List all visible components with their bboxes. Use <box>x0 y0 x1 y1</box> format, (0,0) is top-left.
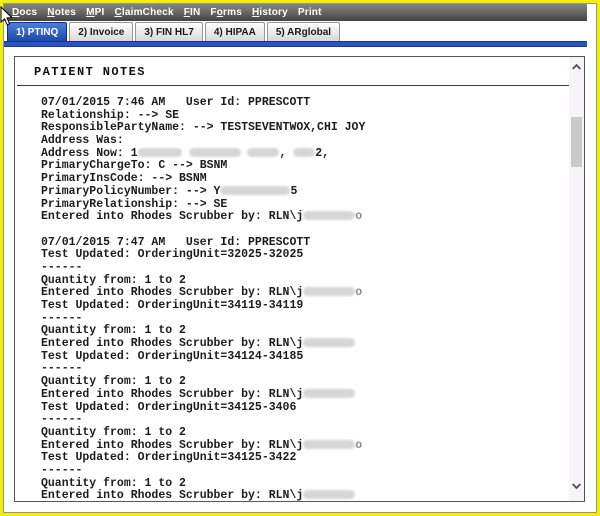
note-line: ------ <box>41 262 584 275</box>
tab-fin-hl7[interactable]: 3) FIN HL7 <box>135 22 202 41</box>
redacted-text <box>303 490 355 499</box>
menu-item-forms[interactable]: Forms <box>205 4 247 21</box>
mouse-cursor-icon <box>0 6 14 27</box>
notes-text: 07/01/2015 7:46 AM User Id: PPRESCOTTRel… <box>15 86 584 502</box>
note-line: ------ <box>41 414 584 427</box>
tab-ptinq[interactable]: 1) PTINQ <box>7 22 67 41</box>
note-line: Entered into Rhodes Scrubber by: RLN\jo <box>41 211 584 224</box>
chevron-down-icon <box>572 483 581 489</box>
active-tab-accent-bar <box>4 41 587 47</box>
partially-redacted-char: o <box>355 210 362 223</box>
redacted-text <box>303 440 355 449</box>
note-line: PrimaryPolicyNumber: --> Y5 <box>41 186 584 199</box>
note-line: Entered into Rhodes Scrubber by: RLN\j <box>41 490 584 502</box>
note-line: Test Updated: OrderingUnit=32025-32025 <box>41 249 584 262</box>
redacted-text <box>303 338 355 347</box>
note-line: ------ <box>41 465 584 478</box>
patient-notes-panel: PATIENT NOTES 07/01/2015 7:46 AM User Id… <box>14 56 585 502</box>
redacted-text <box>189 148 241 157</box>
tab-arglobal[interactable]: 5) ARglobal <box>267 22 340 41</box>
content-area: PATIENT NOTES 07/01/2015 7:46 AM User Id… <box>5 48 595 511</box>
scroll-down-button[interactable] <box>569 479 584 493</box>
note-line: Quantity from: 1 to 2 <box>41 376 584 389</box>
redacted-text <box>138 148 182 157</box>
redacted-text <box>293 148 315 157</box>
scrollbar-thumb[interactable] <box>571 117 582 167</box>
tab-bar: 1) PTINQ2) Invoice3) FIN HL74) HIPAA5) A… <box>4 21 596 41</box>
note-line: Test Updated: OrderingUnit=34125-3422 <box>41 452 584 465</box>
menu-item-history[interactable]: History <box>247 4 293 21</box>
menu-item-claimcheck[interactable]: ClaimCheck <box>109 4 178 21</box>
panel-title: PATIENT NOTES <box>15 57 584 85</box>
note-line: Test Updated: OrderingUnit=34124-34185 <box>41 351 584 364</box>
partially-redacted-char: o <box>355 286 362 299</box>
redacted-text <box>303 287 355 296</box>
menu-item-print[interactable]: Print <box>293 4 327 21</box>
menu-item-notes[interactable]: Notes <box>42 4 81 21</box>
note-line: Test Updated: OrderingUnit=34125-3406 <box>41 402 584 415</box>
menu-item-mpi[interactable]: MPI <box>81 4 109 21</box>
redacted-text <box>303 211 355 220</box>
vertical-scrollbar[interactable] <box>569 57 584 501</box>
note-line: Address Was: <box>41 135 584 148</box>
tab-hipaa[interactable]: 4) HIPAA <box>205 22 265 41</box>
redacted-text <box>220 186 290 195</box>
note-line: Entered into Rhodes Scrubber by: RLN\j <box>41 338 584 351</box>
note-line: Quantity from: 1 to 2 <box>41 427 584 440</box>
note-line: PrimaryInsCode: --> BSNM <box>41 173 584 186</box>
note-line <box>41 224 584 237</box>
chevron-up-icon <box>572 64 581 70</box>
scroll-up-button[interactable] <box>569 60 584 74</box>
note-line: Entered into Rhodes Scrubber by: RLN\j <box>41 389 584 402</box>
redacted-text <box>247 148 279 157</box>
redacted-text <box>303 389 355 398</box>
app-window: DocsNotesMPIClaimCheckFINFormsHistoryPri… <box>3 3 597 513</box>
note-line: Test Updated: OrderingUnit=34119-34119 <box>41 300 584 313</box>
note-line: 07/01/2015 7:46 AM User Id: PPRESCOTT <box>41 97 584 110</box>
screenshot-highlight-frame: DocsNotesMPIClaimCheckFINFormsHistoryPri… <box>0 0 600 516</box>
partially-redacted-char: o <box>355 439 362 452</box>
menu-item-fin[interactable]: FIN <box>179 4 206 21</box>
menu-bar: DocsNotesMPIClaimCheckFINFormsHistoryPri… <box>4 4 587 21</box>
tab-invoice[interactable]: 2) Invoice <box>69 22 133 41</box>
